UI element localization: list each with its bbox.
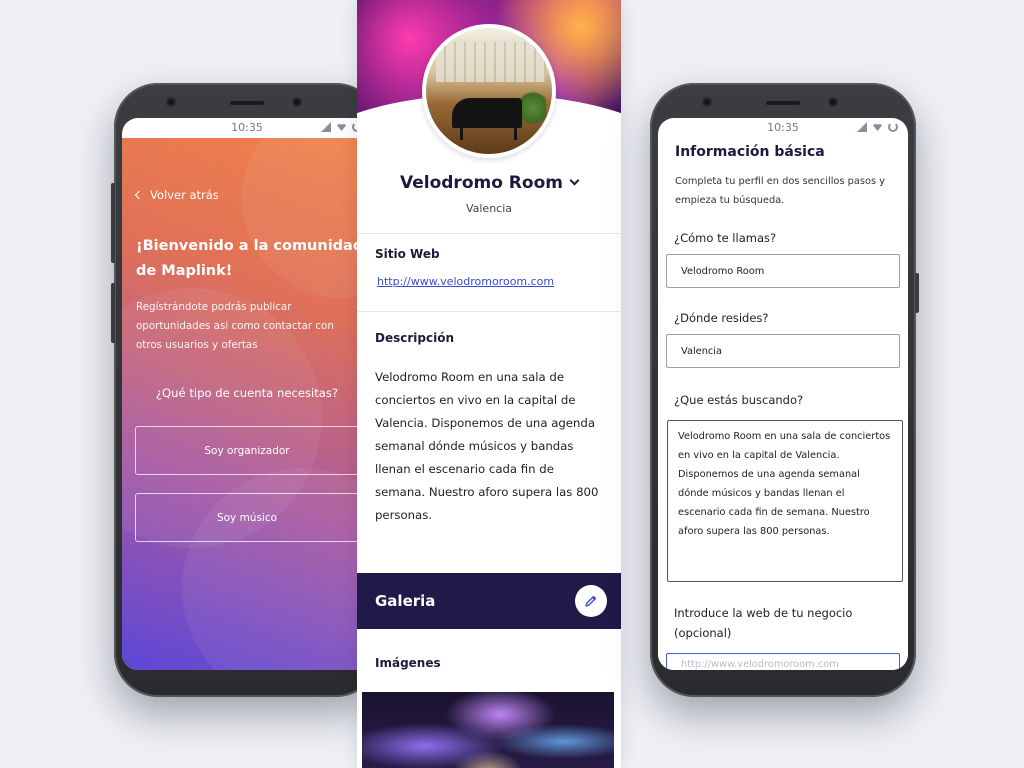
musician-button[interactable]: Soy músico — [135, 493, 359, 542]
speaker-grille — [230, 101, 264, 105]
signup-screen: 10:35 Volver atrás ¡Bienvenido a la comu… — [122, 118, 372, 670]
venue-profile-screen: Velodromo Room Valencia Sitio Web http:/… — [357, 0, 621, 768]
gallery-header: Galeria — [357, 573, 621, 629]
form-title: Información básica — [675, 144, 825, 160]
organizer-button[interactable]: Soy organizador — [135, 426, 359, 475]
form-subtitle: Completa tu perfil en dos sencillos paso… — [675, 176, 885, 206]
name-label: ¿Cómo te llamas? — [674, 231, 777, 245]
account-type-question: ¿Qué tipo de cuenta necesitas? — [155, 386, 339, 400]
battery-icon — [888, 122, 898, 132]
looking-for-textarea[interactable]: Velodromo Room en una sala de conciertos… — [667, 420, 903, 582]
venue-city: Valencia — [465, 202, 513, 215]
description-text: Velodromo Room en una sala de conciertos… — [375, 370, 599, 522]
status-time: 10:35 — [767, 121, 799, 134]
basic-info-form: Información básica Completa tu perfil en… — [658, 138, 908, 670]
power-button — [915, 273, 919, 313]
website-input[interactable] — [666, 653, 900, 670]
chevron-down-icon — [569, 175, 580, 186]
front-camera — [166, 97, 176, 107]
divider — [357, 233, 621, 234]
organizer-button-label: Soy organizador — [204, 444, 290, 457]
looking-for-label: ¿Que estás buscando? — [674, 393, 804, 407]
piano-image — [452, 98, 522, 128]
basic-info-screen: 10:35 Información básica Completa tu per… — [658, 118, 908, 670]
residence-input[interactable] — [666, 334, 900, 368]
status-time: 10:35 — [231, 121, 263, 134]
sensor — [828, 97, 838, 107]
speaker-grille — [766, 101, 800, 105]
status-bar: 10:35 — [122, 118, 372, 138]
name-input[interactable] — [666, 254, 900, 288]
back-label: Volver atrás — [150, 188, 219, 202]
sensor — [292, 97, 302, 107]
images-label: Imágenes — [375, 656, 441, 670]
website-link[interactable]: http://www.velodromoroom.com — [377, 275, 554, 288]
residence-label: ¿Dónde resides? — [674, 311, 769, 325]
welcome-text: Regístrándote podrás publicar oportunida… — [136, 301, 334, 351]
pencil-icon — [585, 595, 597, 607]
signal-icon — [857, 122, 867, 132]
signal-icon — [321, 122, 331, 132]
chevron-left-icon — [134, 190, 144, 200]
wifi-icon — [336, 124, 347, 131]
power-button — [111, 283, 115, 343]
welcome-panel: Volver atrás ¡Bienvenido a la comunidad … — [122, 138, 372, 670]
phone-left: 10:35 Volver atrás ¡Bienvenido a la comu… — [111, 83, 380, 697]
venue-avatar[interactable] — [422, 24, 556, 158]
status-bar: 10:35 — [658, 118, 908, 138]
venue-name-dropdown[interactable]: Velodromo Room — [357, 173, 621, 193]
edit-gallery-button[interactable] — [575, 585, 607, 617]
back-button[interactable]: Volver atrás — [134, 188, 219, 202]
musician-button-label: Soy músico — [216, 511, 278, 524]
wifi-icon — [872, 124, 883, 131]
venue-name: Velodromo Room — [400, 173, 563, 193]
concert-photo[interactable] — [362, 692, 614, 768]
front-camera — [702, 97, 712, 107]
website-label: Sitio Web — [375, 247, 440, 261]
volume-button — [111, 183, 115, 263]
website-field-label: Introduce la web de tu negocio (opcional… — [674, 606, 853, 640]
divider — [357, 311, 621, 312]
welcome-title: ¡Bienvenido a la comunidad de Maplink! — [136, 238, 364, 279]
gallery-title: Galeria — [375, 592, 436, 610]
phone-right: 10:35 Información básica Completa tu per… — [650, 83, 919, 697]
description-label: Descripción — [375, 331, 454, 345]
